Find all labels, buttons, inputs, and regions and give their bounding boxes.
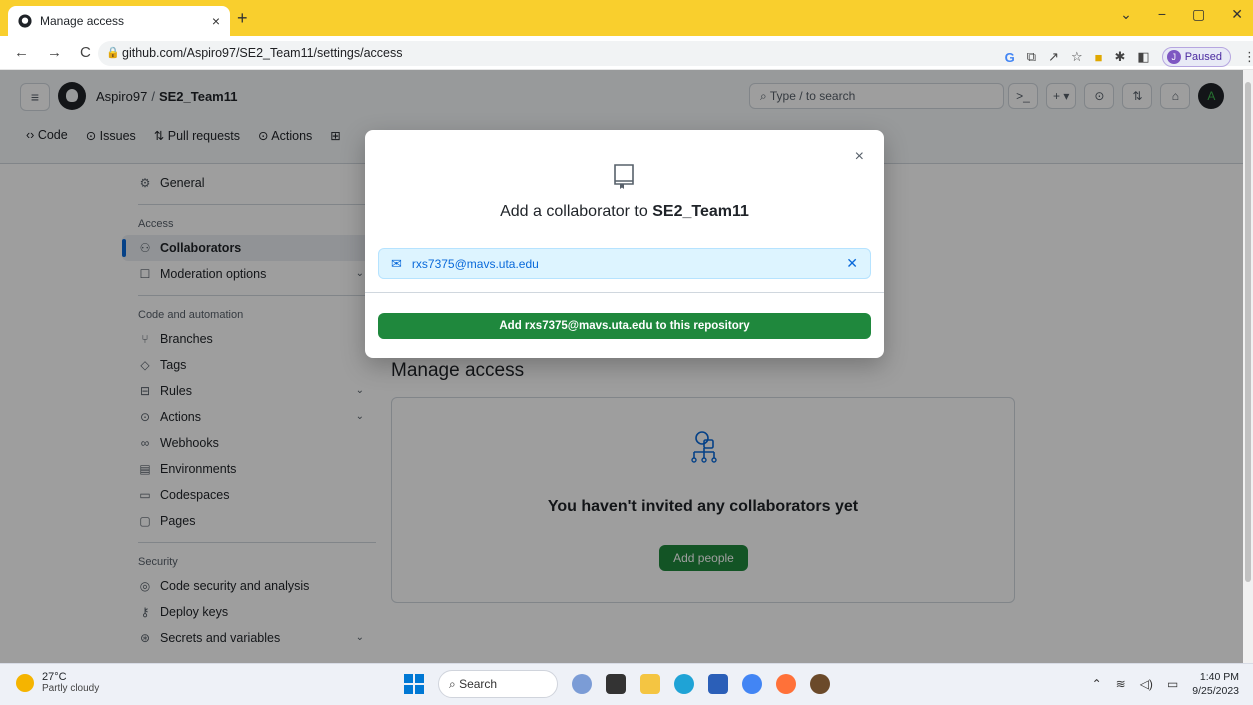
scrollbar-thumb[interactable]	[1245, 82, 1251, 582]
window-controls: ⌄ − ▢ ✕	[1120, 6, 1243, 23]
back-icon[interactable]: ←	[14, 44, 29, 61]
close-icon[interactable]: ×	[855, 148, 864, 166]
temperature: 27°C	[42, 671, 67, 683]
new-tab-button[interactable]: +	[237, 8, 248, 29]
chevron-up-icon[interactable]: ⌃	[1092, 677, 1102, 691]
nav-buttons: ← → C	[0, 44, 98, 61]
date: 9/25/2023	[1192, 685, 1239, 697]
time: 1:40 PM	[1199, 671, 1239, 683]
extensions-puzzle-icon[interactable]: ✱	[1114, 49, 1125, 65]
taskbar-apps: ⌕ Search	[404, 670, 830, 698]
store-icon[interactable]	[708, 674, 728, 694]
tab-close-icon[interactable]: ×	[212, 13, 220, 29]
divider	[365, 292, 884, 293]
lock-icon[interactable]: 🔒	[106, 46, 120, 59]
share-icon[interactable]: ↗	[1048, 49, 1059, 65]
add-to-repository-button[interactable]: Add rxs7375@mavs.uta.edu to this reposit…	[378, 313, 871, 339]
selected-email: rxs7375@mavs.uta.edu	[411, 256, 539, 271]
restore-icon[interactable]: ▢	[1192, 6, 1205, 23]
profile-avatar: J	[1166, 50, 1181, 64]
browser-titlebar: Manage access × + ⌄ − ▢ ✕	[0, 0, 1253, 36]
tab-title: Manage access	[40, 14, 125, 28]
profile-paused-button[interactable]: J Paused	[1161, 47, 1231, 67]
firefox-icon[interactable]	[776, 674, 796, 694]
browser-tab[interactable]: Manage access ×	[8, 6, 230, 36]
battery-icon[interactable]: ▭	[1167, 677, 1178, 691]
partly-cloudy-icon	[16, 673, 34, 692]
taskbar-search[interactable]: ⌕ Search	[438, 670, 558, 698]
app-icon[interactable]	[810, 674, 830, 694]
side-panel-icon[interactable]: ◧	[1137, 49, 1149, 65]
browser-extensions: G ⧉ ↗ ☆ ■ ✱ ◧ J Paused ⋮	[1005, 47, 1253, 67]
bookmark-star-icon[interactable]: ☆	[1071, 49, 1083, 65]
wifi-icon[interactable]: ≋	[1116, 677, 1126, 691]
profile-status-label: Paused	[1184, 51, 1222, 63]
windows-taskbar: 27°C Partly cloudy ⌕ Search ⌃ ≋ ◁) ▭ 1:4…	[0, 663, 1253, 705]
windows-start-icon[interactable]	[404, 674, 424, 694]
widgets-app-icon[interactable]	[572, 674, 592, 694]
weather-widget[interactable]: 27°C Partly cloudy	[16, 671, 99, 694]
file-explorer-icon[interactable]	[640, 674, 660, 694]
clock[interactable]: 1:40 PM 9/25/2023	[1192, 670, 1239, 698]
google-icon[interactable]: G	[1005, 50, 1015, 65]
repo-icon	[614, 164, 634, 189]
minimize-icon[interactable]: −	[1158, 6, 1166, 23]
system-tray: ⌃ ≋ ◁) ▭ 1:40 PM 9/25/2023	[1092, 670, 1239, 698]
page-scrollbar[interactable]	[1243, 70, 1253, 663]
task-view-icon[interactable]	[606, 674, 626, 694]
chrome-menu-icon[interactable]: ⋮	[1243, 49, 1253, 65]
reload-icon[interactable]: C	[80, 44, 91, 61]
mail-icon: ✉	[391, 255, 402, 271]
edge-icon[interactable]	[674, 674, 694, 694]
forward-icon[interactable]: →	[47, 44, 62, 61]
url-text[interactable]: github.com/Aspiro97/SE2_Team11/settings/…	[122, 46, 402, 60]
selected-email-chip: ✉ rxs7375@mavs.uta.edu ✕	[378, 248, 871, 279]
weather-condition: Partly cloudy	[42, 683, 100, 694]
extension-lock-icon[interactable]: ■	[1095, 50, 1103, 65]
close-window-icon[interactable]: ✕	[1231, 6, 1243, 23]
tab-search-icon[interactable]: ⌄	[1120, 6, 1132, 23]
omnibox[interactable]: 🔒 github.com/Aspiro97/SE2_Team11/setting…	[98, 41, 1253, 67]
install-app-icon[interactable]: ⧉	[1027, 49, 1036, 65]
remove-selection-icon[interactable]: ✕	[846, 255, 858, 272]
address-bar-row: ← → C 🔒 github.com/Aspiro97/SE2_Team11/s…	[0, 36, 1253, 70]
chrome-icon[interactable]	[742, 674, 762, 694]
dialog-heading: Add a collaborator to SE2_Team11	[500, 203, 749, 220]
github-favicon-icon	[18, 14, 32, 28]
volume-icon[interactable]: ◁)	[1140, 677, 1153, 691]
add-collaborator-dialog: × Add a collaborator to SE2_Team11 ✉ rxs…	[365, 130, 884, 358]
